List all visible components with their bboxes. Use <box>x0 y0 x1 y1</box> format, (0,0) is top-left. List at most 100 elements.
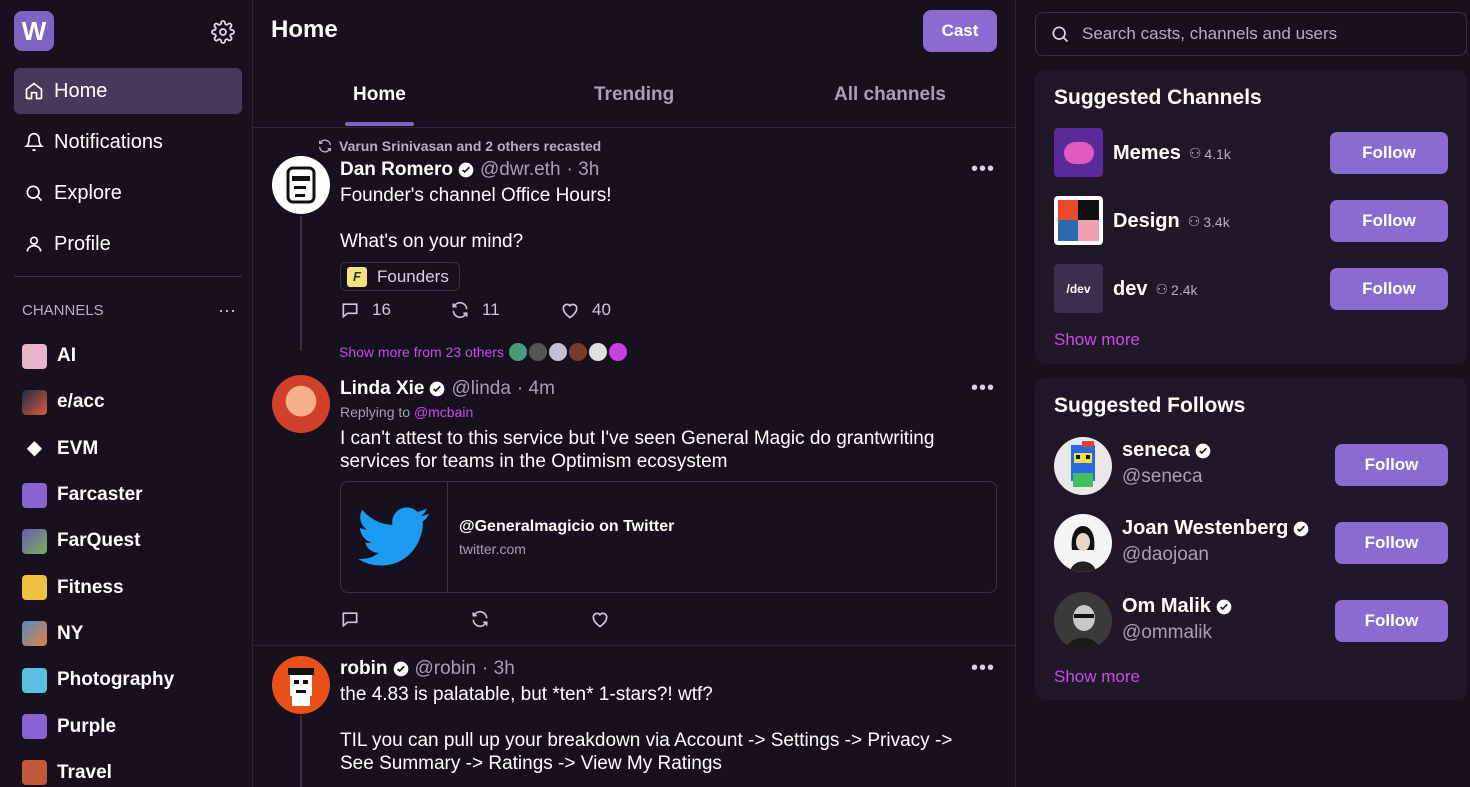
gear-icon[interactable] <box>211 20 235 44</box>
channel-icon <box>22 575 47 601</box>
nav-item-home[interactable]: Home <box>14 68 242 114</box>
channel-name-text: dev <box>1113 278 1148 300</box>
channel-name[interactable]: dev ⚇ 2.4k <box>1113 278 1198 301</box>
search-icon <box>26 185 43 202</box>
recast-icon[interactable] <box>450 300 470 320</box>
tab-all-channels[interactable]: All channels <box>834 84 946 106</box>
panel-title: Suggested Channels <box>1054 86 1262 109</box>
avatar[interactable] <box>272 656 330 714</box>
channel-item-evm[interactable]: ◆ EVM <box>22 426 174 472</box>
user-handle[interactable]: @daojoan <box>1122 544 1209 566</box>
app-logo[interactable]: W <box>14 11 54 51</box>
tab-trending[interactable]: Trending <box>594 84 674 106</box>
user-name[interactable]: Om Malik <box>1122 595 1232 618</box>
follow-button[interactable]: Follow <box>1335 444 1448 486</box>
replying-to-handle[interactable]: @mcbain <box>414 404 473 420</box>
channel-item-eacc[interactable]: e/acc <box>22 379 174 425</box>
cast-item[interactable]: robin @robin · 3h ••• the 4.83 is palata… <box>253 646 1015 787</box>
channel-label: EVM <box>57 437 99 459</box>
reply-icon[interactable] <box>340 300 360 320</box>
tab-home[interactable]: Home <box>353 84 406 106</box>
follow-button[interactable]: Follow <box>1330 132 1448 174</box>
show-more-thread[interactable]: Show more from 23 others <box>339 342 628 362</box>
author-name[interactable]: Linda Xie <box>340 378 424 400</box>
reply-icon[interactable] <box>340 609 360 629</box>
cast-time: · 3h <box>566 159 600 180</box>
more-options-icon[interactable]: ••• <box>971 657 995 680</box>
channel-item-ny[interactable]: NY <box>22 611 174 657</box>
more-options-icon[interactable]: ••• <box>971 158 995 181</box>
channel-item-travel[interactable]: Travel <box>22 750 174 787</box>
nav-item-notifications[interactable]: Notifications <box>14 119 242 165</box>
verified-badge-icon <box>1195 443 1211 458</box>
cast-item[interactable]: Varun Srinivasan and 2 others recasted D… <box>253 128 1015 648</box>
author-name[interactable]: Dan Romero <box>340 159 453 181</box>
avatar-image <box>1071 441 1095 487</box>
channel-list: AI e/acc ◆ EVM Farcaster FarQuest Fitness… <box>22 333 174 787</box>
recast-icon <box>319 139 331 153</box>
avatar[interactable] <box>1054 437 1112 495</box>
cast-header: Linda Xie @linda · 4m <box>340 378 555 400</box>
channel-item-photography[interactable]: Photography <box>22 657 174 703</box>
follow-button[interactable]: Follow <box>1335 522 1448 564</box>
follow-button[interactable]: Follow <box>1330 268 1448 310</box>
user-name-text: seneca <box>1122 439 1190 461</box>
channel-item-purple[interactable]: Purple <box>22 703 174 749</box>
nav-item-explore[interactable]: Explore <box>14 170 242 216</box>
avatar[interactable] <box>272 156 330 214</box>
heart-icon[interactable] <box>560 300 580 320</box>
channel-tag-label: Founders <box>377 266 449 286</box>
avatar[interactable] <box>1054 514 1112 572</box>
channels-heading: CHANNELS <box>22 302 104 319</box>
show-more-link[interactable]: Show more <box>1054 667 1140 687</box>
twitter-bird-icon <box>358 507 429 566</box>
recast-note: Varun Srinivasan and 2 others recasted <box>317 138 601 154</box>
channel-avatar-design[interactable] <box>1054 196 1103 245</box>
cast-button[interactable]: Cast <box>923 10 997 52</box>
more-options-icon[interactable]: ••• <box>971 377 995 400</box>
cast-header: Dan Romero @dwr.eth · 3h <box>340 159 599 181</box>
channel-avatar-memes[interactable] <box>1054 128 1103 177</box>
nav-item-profile[interactable]: Profile <box>14 221 242 267</box>
avatar[interactable] <box>272 375 330 433</box>
main-feed: Home Cast Home Trending All channels Var… <box>253 0 1016 787</box>
channel-icon <box>22 528 47 554</box>
recast-count: 11 <box>482 300 500 319</box>
show-more-link[interactable]: Show more <box>1054 330 1140 350</box>
channel-item-farquest[interactable]: FarQuest <box>22 518 174 564</box>
link-embed[interactable]: @Generalmagicio on Twitter twitter.com <box>340 481 997 593</box>
avatar[interactable] <box>1054 592 1112 650</box>
follow-button[interactable]: Follow <box>1330 200 1448 242</box>
channel-name[interactable]: Design ⚇ 3.4k <box>1113 210 1230 233</box>
embed-thumbnail <box>341 482 448 592</box>
channel-avatar-dev[interactable]: /dev <box>1054 264 1103 313</box>
thread-line <box>300 716 302 787</box>
recast-text: Varun Srinivasan and 2 others recasted <box>339 138 602 154</box>
heart-icon[interactable] <box>590 609 610 629</box>
channel-item-farcaster[interactable]: Farcaster <box>22 472 174 518</box>
author-name[interactable]: robin <box>340 658 388 680</box>
sidebar-divider <box>14 276 242 277</box>
channels-more-icon[interactable]: ··· <box>218 300 236 321</box>
follow-button[interactable]: Follow <box>1335 600 1448 642</box>
member-count-value: 2.4k <box>1171 281 1198 298</box>
avatar-stack <box>507 342 628 362</box>
user-name[interactable]: seneca <box>1122 439 1211 462</box>
user-handle[interactable]: @seneca <box>1122 466 1203 488</box>
channel-name[interactable]: Memes ⚇ 4.1k <box>1113 142 1231 165</box>
recast-icon[interactable] <box>470 609 490 629</box>
author-handle[interactable]: @dwr.eth <box>480 159 561 181</box>
panel-title: Suggested Follows <box>1054 394 1246 417</box>
user-handle[interactable]: @ommalik <box>1122 622 1212 644</box>
search-bar[interactable] <box>1035 12 1467 56</box>
author-handle[interactable]: @robin <box>415 658 477 680</box>
channel-tag[interactable]: F Founders <box>340 262 460 291</box>
user-name[interactable]: Joan Westenberg <box>1122 517 1309 540</box>
search-input[interactable] <box>1082 24 1462 44</box>
replying-prefix: Replying to <box>340 404 411 420</box>
author-handle[interactable]: @linda <box>451 378 510 400</box>
channel-item-ai[interactable]: AI <box>22 333 174 379</box>
channel-label: FarQuest <box>57 530 141 552</box>
channel-name-text: Design <box>1113 210 1180 232</box>
channel-item-fitness[interactable]: Fitness <box>22 564 174 610</box>
